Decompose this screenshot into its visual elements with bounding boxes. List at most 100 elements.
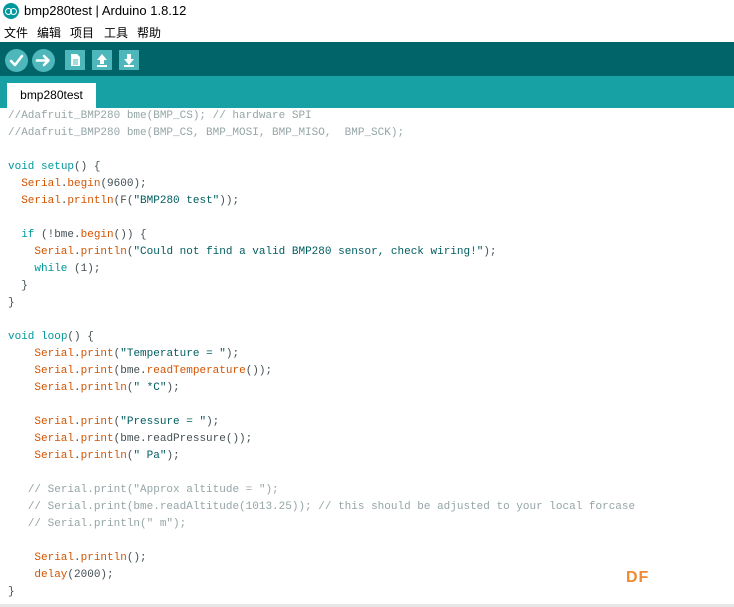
watermark-logo: DF <box>626 569 650 586</box>
code-token: // Serial.print(bme.readAltitude(1013.25… <box>27 501 636 513</box>
toolbar <box>0 42 734 76</box>
code-token: . <box>74 365 81 377</box>
code-token: delay <box>34 569 68 581</box>
code-token: print <box>80 416 114 428</box>
new-icon[interactable] <box>65 50 85 70</box>
code-token: . <box>74 382 81 394</box>
code-line: while (1); <box>8 261 635 278</box>
code-token: if <box>21 229 35 241</box>
code-token: "Temperature = " <box>120 348 226 360</box>
code-line: Serial.print("Pressure = "); <box>8 414 635 431</box>
code-token: ()) { <box>113 229 147 241</box>
code-token: print <box>80 348 114 360</box>
code-text: //Adafruit_BMP280 bme(BMP_CS); // hardwa… <box>8 108 635 601</box>
code-line: } <box>8 278 635 295</box>
menu-file[interactable]: 文件 <box>4 24 28 41</box>
code-token: . <box>74 552 81 564</box>
code-token: // Serial.println(" m"); <box>27 518 187 530</box>
code-token: " Pa" <box>133 450 167 462</box>
code-token: () { <box>74 161 101 173</box>
upload-icon[interactable] <box>32 49 55 72</box>
code-line: Serial.println(" Pa"); <box>8 448 635 465</box>
code-line: if (!bme.begin()) { <box>8 227 635 244</box>
verify-icon[interactable] <box>5 49 28 72</box>
menu-bar: 文件 编辑 项目 工具 帮助 <box>0 22 734 42</box>
code-token: "Pressure = " <box>120 416 207 428</box>
code-token: print <box>80 365 114 377</box>
code-token: } <box>8 297 15 309</box>
tab-bmp280test[interactable]: bmp280test <box>7 83 96 108</box>
code-token: . <box>74 450 81 462</box>
menu-help[interactable]: 帮助 <box>137 24 161 41</box>
code-token: // Serial.print("Approx altitude = "); <box>27 484 279 496</box>
save-icon[interactable] <box>119 50 139 70</box>
window-title: bmp280test | Arduino 1.8.12 <box>24 3 187 18</box>
code-token: //Adafruit_BMP280 bme(BMP_CS); // hardwa… <box>8 110 312 122</box>
code-token: Serial <box>34 552 75 564</box>
code-line: } <box>8 584 635 601</box>
code-token: begin <box>80 229 114 241</box>
code-token: void <box>8 161 35 173</box>
code-token: Serial <box>34 433 75 445</box>
code-token: . <box>74 433 81 445</box>
code-token: Serial <box>34 246 75 258</box>
code-line: //Adafruit_BMP280 bme(BMP_CS); // hardwa… <box>8 108 635 125</box>
code-token: "BMP280 test" <box>133 195 220 207</box>
code-line: Serial.println("Could not find a valid B… <box>8 244 635 261</box>
code-token: ); <box>483 246 497 258</box>
code-token: println <box>80 552 127 564</box>
code-line: void setup() { <box>8 159 635 176</box>
code-token: void <box>8 331 35 343</box>
code-editor[interactable]: //Adafruit_BMP280 bme(BMP_CS); // hardwa… <box>0 108 734 604</box>
code-token: begin <box>67 178 101 190</box>
code-token: Serial <box>34 348 75 360</box>
code-token: println <box>80 382 127 394</box>
code-token: ()); <box>245 365 273 377</box>
menu-edit[interactable]: 编辑 <box>37 24 61 41</box>
code-line: Serial.println(" *C"); <box>8 380 635 397</box>
code-token: "Could not find a valid BMP280 sensor, c… <box>133 246 484 258</box>
code-token: " *C" <box>133 382 167 394</box>
code-token: Serial <box>34 365 75 377</box>
code-token: Serial <box>34 382 75 394</box>
code-token: println <box>67 195 114 207</box>
code-token: (F( <box>113 195 134 207</box>
code-token: } <box>8 586 15 598</box>
code-token: loop <box>41 331 68 343</box>
code-line: Serial.println(); <box>8 550 635 567</box>
code-token: Serial <box>21 178 61 190</box>
code-token: . <box>74 348 81 360</box>
code-line: // Serial.print("Approx altitude = "); <box>8 482 635 499</box>
open-icon[interactable] <box>92 50 112 70</box>
code-line: // Serial.print(bme.readAltitude(1013.25… <box>8 499 635 516</box>
code-token: //Adafruit_BMP280 bme(BMP_CS, BMP_MOSI, … <box>8 127 405 139</box>
menu-tools[interactable]: 工具 <box>104 24 128 41</box>
code-line: // Serial.println(" m"); <box>8 516 635 533</box>
code-token: setup <box>41 161 75 173</box>
code-line: Serial.println(F("BMP280 test")); <box>8 193 635 210</box>
arduino-logo-icon <box>3 3 19 19</box>
code-line: Serial.begin(9600); <box>8 176 635 193</box>
code-token: println <box>80 450 127 462</box>
code-token: . <box>74 416 81 428</box>
code-token: () { <box>67 331 94 343</box>
menu-sketch[interactable]: 项目 <box>70 24 94 41</box>
code-token: print <box>80 433 114 445</box>
